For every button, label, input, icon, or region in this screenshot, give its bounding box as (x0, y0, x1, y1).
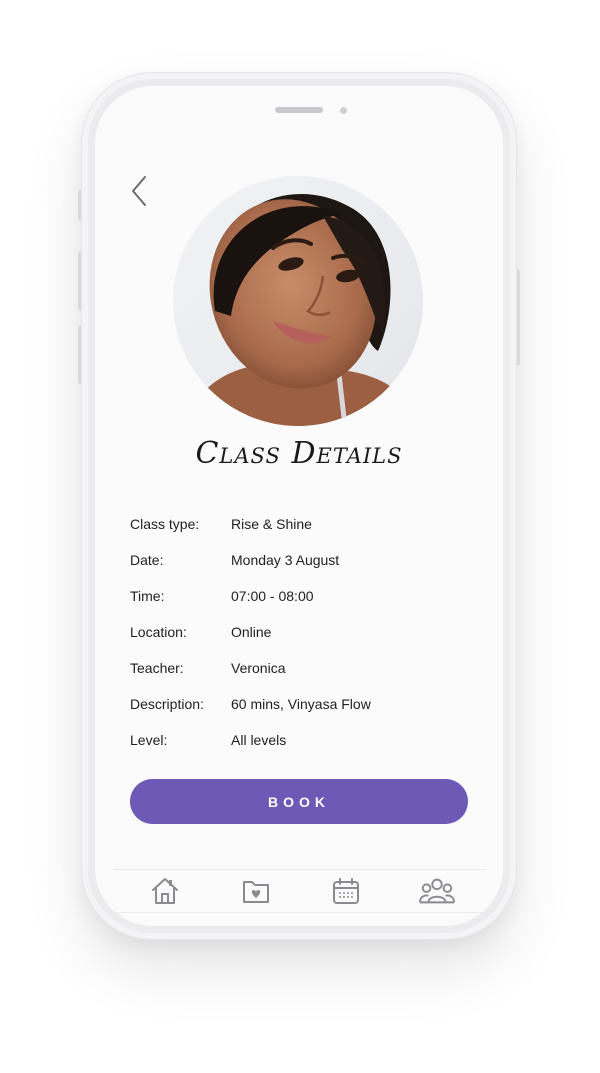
detail-row-teacher: Teacher: Veronica (130, 650, 470, 686)
back-button[interactable] (128, 174, 152, 208)
calendar-icon (333, 878, 360, 904)
tab-schedule[interactable] (328, 874, 364, 908)
tab-favorites[interactable] (238, 874, 274, 908)
detail-label: Class type: (130, 516, 200, 532)
bottom-tab-bar (113, 869, 485, 913)
teacher-avatar (173, 176, 423, 426)
phone-camera (340, 107, 347, 114)
detail-row-level: Level: All levels (130, 722, 470, 758)
detail-row-description: Description: 60 mins, Vinyasa Flow (130, 686, 470, 722)
tab-home[interactable] (147, 874, 183, 908)
detail-value: Online (231, 624, 272, 640)
community-icon (418, 878, 455, 904)
chevron-left-icon (132, 176, 146, 206)
detail-label: Description: (130, 696, 204, 712)
book-button[interactable]: BOOK (130, 779, 468, 824)
detail-row-location: Location: Online (130, 614, 470, 650)
detail-label: Time: (130, 588, 165, 604)
detail-label: Date: (130, 552, 164, 568)
stage: Class Details Class type: Rise & Shine D… (0, 0, 600, 1073)
class-details-list: Class type: Rise & Shine Date: Monday 3 … (130, 506, 470, 758)
tab-community[interactable] (418, 874, 455, 908)
favorites-folder-icon (242, 881, 269, 903)
phone-speaker (275, 107, 323, 113)
app-screen: Class Details Class type: Rise & Shine D… (95, 86, 503, 926)
detail-value: 60 mins, Vinyasa Flow (231, 696, 371, 712)
page-title: Class Details (195, 436, 403, 471)
detail-label: Level: (130, 732, 168, 748)
home-icon (152, 878, 178, 904)
detail-row-time: Time: 07:00 - 08:00 (130, 578, 470, 614)
detail-value: All levels (231, 732, 287, 748)
detail-label: Location: (130, 624, 187, 640)
detail-label: Teacher: (130, 660, 184, 676)
detail-value: Rise & Shine (231, 516, 312, 532)
detail-row-class-type: Class type: Rise & Shine (130, 506, 470, 542)
detail-row-date: Date: Monday 3 August (130, 542, 470, 578)
detail-value: Monday 3 August (231, 552, 340, 568)
detail-value: 07:00 - 08:00 (231, 588, 314, 604)
phone-power-button (516, 270, 520, 365)
detail-value: Veronica (231, 660, 286, 676)
